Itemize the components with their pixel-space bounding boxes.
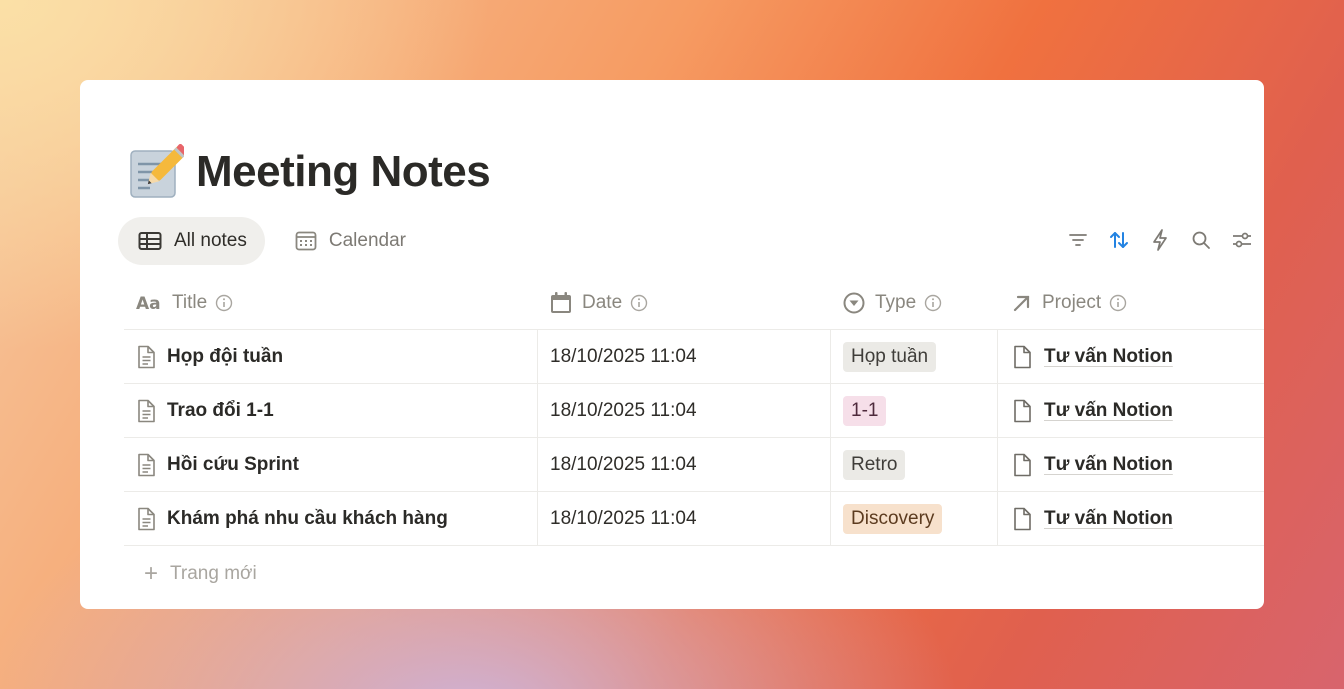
row-title[interactable]: Hồi cứu Sprint <box>167 454 299 476</box>
date-cell[interactable]: 18/10/2025 11:04 <box>538 330 831 383</box>
type-cell[interactable]: 1-1 <box>831 384 998 437</box>
automation-icon[interactable] <box>1148 228 1172 252</box>
new-page-label: Trang mới <box>170 563 257 584</box>
title-cell[interactable]: Hồi cứu Sprint <box>124 438 538 491</box>
title-cell[interactable]: Trao đổi 1-1 <box>124 384 538 437</box>
column-header-title[interactable]: Aa Title <box>124 276 538 329</box>
title-cell[interactable]: Khám phá nhu cầu khách hàng <box>124 492 538 545</box>
page-icon <box>138 345 155 368</box>
table-body: Họp đội tuần 18/10/2025 11:04 Họp tuần Tư v… <box>124 330 1264 546</box>
project-cell[interactable]: Tư vấn Notion <box>998 384 1264 437</box>
row-title[interactable]: Khám phá nhu cầu khách hàng <box>167 508 448 530</box>
row-date: 18/10/2025 11:04 <box>550 507 697 529</box>
column-header-project[interactable]: Project <box>998 276 1264 329</box>
search-icon[interactable] <box>1189 228 1213 252</box>
row-title[interactable]: Trao đổi 1-1 <box>167 400 274 422</box>
project-link[interactable]: Tư vấn Notion <box>1044 400 1173 422</box>
page-icon <box>1014 345 1031 368</box>
project-link[interactable]: Tư vấn Notion <box>1044 508 1173 530</box>
date-property-icon <box>551 291 571 313</box>
column-header-date[interactable]: Date <box>538 276 831 329</box>
type-cell[interactable]: Họp tuần <box>831 330 998 383</box>
page-icon <box>1014 453 1031 476</box>
type-cell[interactable]: Discovery <box>831 492 998 545</box>
row-date: 18/10/2025 11:04 <box>550 345 697 367</box>
page-icon <box>138 507 155 530</box>
date-cell[interactable]: 18/10/2025 11:04 <box>538 438 831 491</box>
info-icon[interactable] <box>630 294 648 312</box>
type-tag: Họp tuần <box>843 341 937 372</box>
svg-text:Aa: Aa <box>136 294 161 312</box>
page-icon <box>1014 507 1031 530</box>
settings-icon[interactable] <box>1230 228 1254 252</box>
type-tag: 1-1 <box>843 395 887 426</box>
column-header-type[interactable]: Type <box>831 276 998 329</box>
project-cell[interactable]: Tư vấn Notion <box>998 492 1264 545</box>
table-row[interactable]: Hồi cứu Sprint 18/10/2025 11:04 Retro Tư vấ… <box>124 438 1264 492</box>
database-page: Meeting Notes All notes Calendar Aa Titl… <box>80 80 1264 609</box>
table-icon <box>138 232 162 250</box>
filter-icon[interactable] <box>1066 228 1090 252</box>
new-page-button[interactable]: + Trang mới <box>124 546 1264 602</box>
project-cell[interactable]: Tư vấn Notion <box>998 330 1264 383</box>
database-table: Aa Title Date Type Project Họp đội tuần 1… <box>124 276 1264 602</box>
date-cell[interactable]: 18/10/2025 11:04 <box>538 492 831 545</box>
row-title[interactable]: Họp đội tuần <box>167 346 283 368</box>
project-link[interactable]: Tư vấn Notion <box>1044 346 1173 368</box>
tab-all-notes[interactable]: All notes <box>118 217 265 265</box>
tab-label: All notes <box>174 230 247 251</box>
project-cell[interactable]: Tư vấn Notion <box>998 438 1264 491</box>
row-date: 18/10/2025 11:04 <box>550 399 697 421</box>
page-icon <box>138 453 155 476</box>
title-cell[interactable]: Họp đội tuần <box>124 330 538 383</box>
page-icon <box>138 399 155 422</box>
title-row: Meeting Notes <box>128 144 491 200</box>
type-cell[interactable]: Retro <box>831 438 998 491</box>
date-cell[interactable]: 18/10/2025 11:04 <box>538 384 831 437</box>
type-tag: Discovery <box>843 503 943 534</box>
page-title: Meeting Notes <box>196 147 491 196</box>
tab-label: Calendar <box>328 230 406 251</box>
memo-pencil-icon[interactable] <box>128 144 184 200</box>
database-toolbar <box>1066 228 1254 252</box>
tab-calendar[interactable]: Calendar <box>275 217 424 265</box>
table-row[interactable]: Khám phá nhu cầu khách hàng 18/10/2025 11… <box>124 492 1264 546</box>
info-icon[interactable] <box>215 294 233 312</box>
info-icon[interactable] <box>924 294 942 312</box>
calendar-icon <box>295 231 317 251</box>
view-tabs: All notes Calendar <box>118 217 424 265</box>
sort-icon[interactable] <box>1107 228 1131 252</box>
row-date: 18/10/2025 11:04 <box>550 453 697 475</box>
select-property-icon <box>843 292 865 313</box>
project-link[interactable]: Tư vấn Notion <box>1044 454 1173 476</box>
page-icon <box>1014 399 1031 422</box>
relation-property-icon <box>1013 295 1030 311</box>
info-icon[interactable] <box>1109 294 1127 312</box>
plus-icon: + <box>144 560 159 587</box>
type-tag: Retro <box>843 449 906 480</box>
table-row[interactable]: Họp đội tuần 18/10/2025 11:04 Họp tuần Tư v… <box>124 330 1264 384</box>
table-header: Aa Title Date Type Project <box>124 276 1264 330</box>
text-property-icon: Aa <box>136 294 161 312</box>
table-row[interactable]: Trao đổi 1-1 18/10/2025 11:04 1-1 Tư vấn No… <box>124 384 1264 438</box>
